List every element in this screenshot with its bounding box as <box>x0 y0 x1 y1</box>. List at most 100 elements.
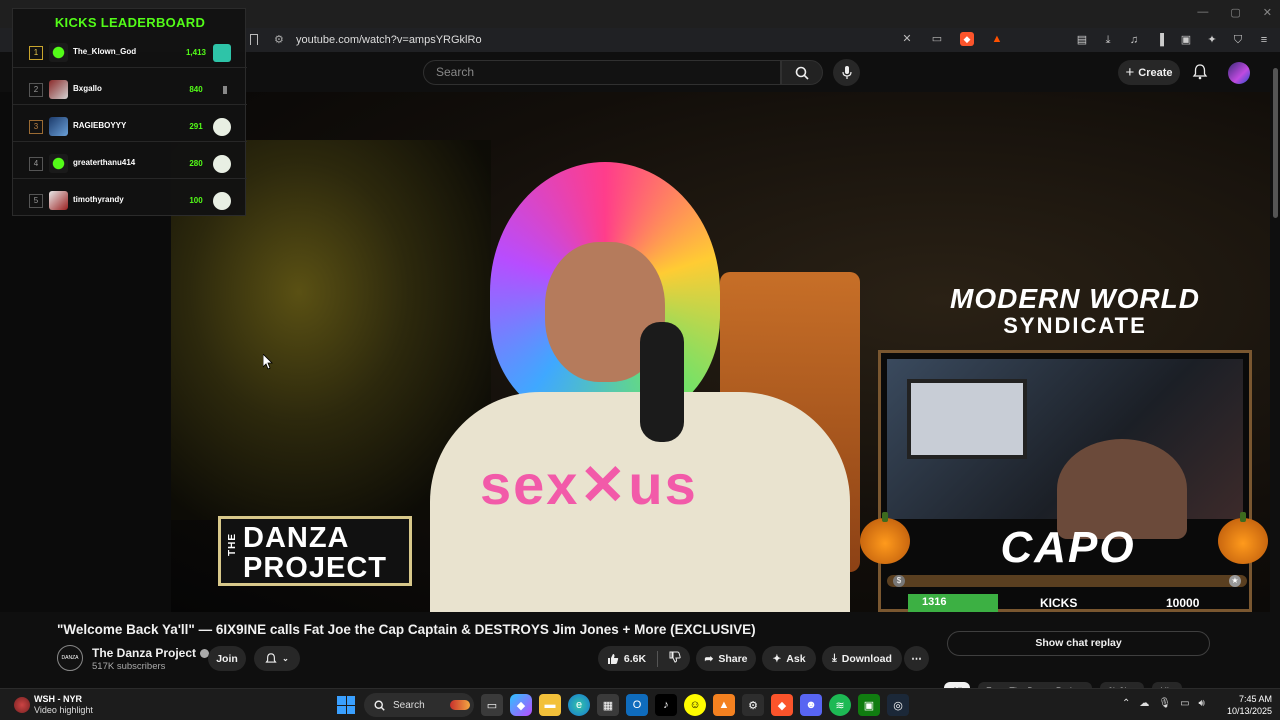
cast-icon[interactable]: ▭ <box>930 32 944 46</box>
edge-icon[interactable]: e <box>568 694 590 716</box>
spotify-icon[interactable]: ≋ <box>829 694 851 716</box>
microphone-icon <box>841 65 852 79</box>
search-icon <box>374 699 385 711</box>
page-scrollbar[interactable] <box>1271 56 1280 686</box>
task-view-icon[interactable]: ▭ <box>481 694 503 716</box>
mute-icon[interactable]: ✕ <box>900 32 914 46</box>
url-field[interactable]: ⚙ youtube.com/watch?v=ampsYRGklRo <box>270 30 990 50</box>
taskbar-search[interactable]: Search <box>364 693 474 717</box>
share-button[interactable]: ➦ Share <box>696 646 756 671</box>
scrollbar-thumb[interactable] <box>1273 68 1278 218</box>
create-button[interactable]: + Create <box>1118 60 1180 85</box>
wallet-icon[interactable]: ▣ <box>1178 32 1194 48</box>
network-icon[interactable]: ▭ <box>1180 698 1189 709</box>
chevron-down-icon: ⌄ <box>282 654 289 663</box>
subscription-bell-button[interactable]: ⌄ <box>254 646 300 671</box>
maximize-icon[interactable]: ▢ <box>1230 6 1240 19</box>
tray-overflow-icon[interactable]: ⌃ <box>1122 698 1130 709</box>
xbox-app-icon[interactable]: ▣ <box>858 694 880 716</box>
search-button[interactable] <box>781 60 823 85</box>
download-button[interactable]: ⤓ Download <box>822 646 902 671</box>
leo-icon[interactable]: ✦ <box>1204 32 1220 48</box>
steam-icon[interactable]: ◎ <box>887 694 909 716</box>
create-label: Create <box>1138 66 1173 79</box>
discord-icon[interactable]: ☻ <box>800 694 822 716</box>
search-input[interactable]: Search <box>423 60 781 85</box>
join-button[interactable]: Join <box>208 646 246 671</box>
leaderboard-name: timothyrandy <box>73 195 124 204</box>
account-avatar[interactable] <box>1228 62 1250 84</box>
streamer-webcam-frame: CAPO $ ★ <box>878 350 1252 612</box>
voice-search-button[interactable] <box>833 59 860 86</box>
site-info-icon[interactable]: ⚙ <box>274 33 288 47</box>
show-chat-replay-button[interactable]: Show chat replay <box>947 631 1210 656</box>
shirt-badge-icon <box>213 118 231 136</box>
menu-icon[interactable]: ≡ <box>1256 32 1272 48</box>
tab-search-icon[interactable]: ▤ <box>1074 32 1090 48</box>
thumbs-up-icon <box>607 653 619 664</box>
brave-shield-icon[interactable]: ◆ <box>960 32 974 46</box>
channel-name[interactable]: The Danza Project <box>92 646 196 660</box>
volume-icon[interactable]: 🔊︎ <box>1199 698 1205 709</box>
vpn-icon[interactable]: ⛉ <box>1230 32 1246 48</box>
tiktok-icon[interactable]: ♪ <box>655 694 677 716</box>
download-icon[interactable]: ⤓ <box>1100 32 1116 48</box>
like-count: 6.6K <box>623 652 647 665</box>
more-horizontal-icon: ⋯ <box>911 652 922 665</box>
vlc-icon[interactable]: ▲ <box>713 694 735 716</box>
minimize-icon[interactable]: — <box>1197 6 1208 19</box>
channel-name-row[interactable]: The Danza Project <box>92 646 210 660</box>
window-controls: — ▢ ✕ <box>1197 6 1272 19</box>
leaderboard-row: 5 timothyrandy 100 <box>13 186 247 216</box>
settings-gear-icon[interactable]: ⚙ <box>742 694 764 716</box>
leaderboard-name: Bxgallo <box>73 84 102 93</box>
widget-title[interactable]: WSH - NYR <box>34 694 82 704</box>
start-button[interactable] <box>335 694 357 716</box>
bookmark-icon[interactable] <box>250 34 258 45</box>
onedrive-icon[interactable]: ☁ <box>1139 698 1149 709</box>
taskbar-clock[interactable]: 7:45 AM 10/13/2025 <box>1222 693 1272 717</box>
kicks-goal-bar: 1316 KICKS 10000 <box>870 594 1260 612</box>
like-button[interactable]: 6.6K <box>607 653 646 665</box>
pumpkin-left-icon <box>860 512 910 564</box>
taskbar-apps: Search ▭ ◆ ▬ e ▦ O ♪ ☺ ▲ ⚙ ◆ ☻ ≋ ▣ ◎ <box>335 693 909 717</box>
webcam-bar: $ ★ <box>887 575 1247 587</box>
brave-icon[interactable]: ◆ <box>771 694 793 716</box>
mic-tray-icon[interactable]: 🎙︎ <box>1158 698 1171 709</box>
dislike-button[interactable] <box>669 651 681 666</box>
mws-line2: SYNDICATE <box>1003 313 1147 338</box>
webcam-feed <box>887 359 1243 539</box>
brave-rewards-icon[interactable]: ▲ <box>990 32 1004 46</box>
file-explorer-icon[interactable]: ▬ <box>539 694 561 716</box>
search-highlight-icon <box>450 700 470 710</box>
kicks-goal-label: KICKS <box>1040 596 1078 610</box>
copilot-icon[interactable]: ◆ <box>510 694 532 716</box>
windows-logo-icon <box>337 696 355 714</box>
more-actions-button[interactable]: ⋯ <box>904 646 929 671</box>
notifications-bell-icon[interactable] <box>1192 64 1208 80</box>
snapchat-icon[interactable]: ☺ <box>684 694 706 716</box>
sidebar-icon[interactable]: ▐ <box>1152 32 1168 48</box>
download-label: Download <box>841 652 892 665</box>
danza-logo-line2: PROJECT <box>243 552 387 584</box>
sports-widget-icon[interactable] <box>14 697 30 713</box>
media-icon[interactable]: ♫ <box>1126 32 1142 48</box>
channel-avatar[interactable]: DANZA <box>57 645 83 671</box>
search-icon <box>795 66 809 80</box>
close-icon[interactable]: ✕ <box>1263 6 1272 19</box>
share-label: Share <box>718 652 748 665</box>
address-bar-actions: ✕ ▭ ◆ ▲ <box>900 32 1004 46</box>
leaderboard-score: 840 <box>189 85 203 94</box>
leaderboard-row: 4 greaterthanu414 280 <box>13 149 247 179</box>
leaderboard-rank: 4 <box>29 157 43 171</box>
ask-button[interactable]: ✦ Ask <box>762 646 816 671</box>
leaderboard-row: 2 Bxgallo 840 <box>13 75 247 105</box>
pumpkin-right-icon <box>1218 512 1268 564</box>
leaderboard-row: 1 The_Klown_God 1,413 <box>13 38 247 68</box>
outlook-icon[interactable]: O <box>626 694 648 716</box>
store-icon[interactable]: ▦ <box>597 694 619 716</box>
windows-taskbar: WSH - NYR Video highlight Search ▭ ◆ ▬ e… <box>0 688 1280 720</box>
leaderboard-rank: 1 <box>29 46 43 60</box>
streamer-name: CAPO <box>1000 523 1136 572</box>
widget-subtitle[interactable]: Video highlight <box>34 705 93 715</box>
